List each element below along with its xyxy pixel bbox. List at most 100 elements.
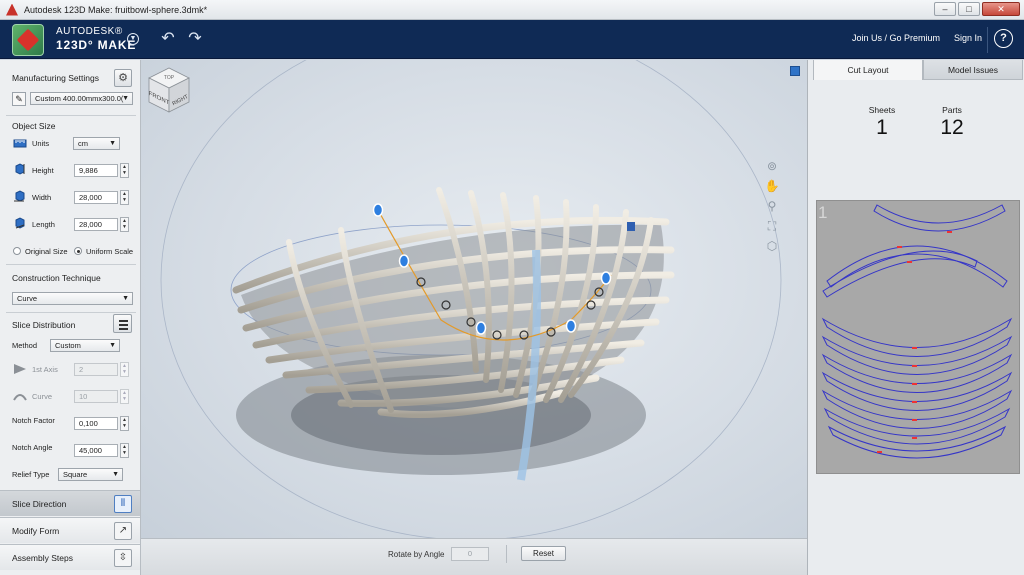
parts-count: 12 bbox=[940, 116, 964, 139]
length-field[interactable]: 28,000 bbox=[74, 218, 118, 231]
relief-type-value: Square bbox=[63, 470, 88, 479]
rotate-angle-field[interactable]: 0 bbox=[451, 547, 489, 561]
rotate-angle-label: Rotate by Angle bbox=[388, 550, 445, 559]
tab-cut-layout[interactable]: Cut Layout bbox=[813, 60, 923, 80]
orbit-icon[interactable]: ⊚ bbox=[764, 158, 780, 174]
method-label: Method bbox=[12, 341, 38, 350]
divider bbox=[6, 264, 136, 265]
handle-point[interactable] bbox=[398, 254, 410, 268]
join-premium-link[interactable]: Join Us / Go Premium bbox=[852, 33, 940, 43]
ruler-icon bbox=[13, 139, 27, 148]
zoom-icon[interactable]: ⚲ bbox=[764, 198, 780, 214]
tab-model-issues[interactable]: Model Issues bbox=[923, 60, 1023, 80]
minimize-button[interactable]: – bbox=[934, 2, 956, 16]
handle-point[interactable] bbox=[565, 319, 577, 333]
handle-point[interactable] bbox=[600, 271, 612, 285]
redo-icon[interactable]: ↷ bbox=[185, 30, 205, 48]
parts-label: Parts bbox=[942, 105, 962, 115]
method-select[interactable]: Custom ▼ bbox=[50, 339, 120, 352]
length-stepper[interactable]: ▲ ▼ bbox=[120, 217, 129, 232]
notch-angle-label: Notch Angle bbox=[12, 443, 53, 452]
notch-factor-field[interactable]: 0,100 bbox=[74, 417, 118, 430]
tab-assembly-steps[interactable]: Assembly Steps ⇳ bbox=[0, 544, 140, 570]
window-controls: – □ ✕ bbox=[934, 2, 1020, 16]
width-label: Width bbox=[32, 193, 52, 202]
relief-type-select[interactable]: Square ▼ bbox=[58, 468, 123, 481]
window-titlebar: Autodesk 123D Make: fruitbowl-sphere.3dm… bbox=[0, 0, 1024, 20]
first-axis-field[interactable]: 2 bbox=[74, 363, 118, 376]
manufacturing-preset-select[interactable]: Custom 400.00mmx300.0(▼ bbox=[30, 92, 133, 105]
curve-field[interactable]: 10 bbox=[74, 390, 118, 403]
slice-direction-label: Slice Direction bbox=[12, 499, 67, 509]
view-cube[interactable]: TOP FRONT RIGHT bbox=[141, 60, 197, 116]
list-icon[interactable] bbox=[113, 314, 132, 333]
width-stepper[interactable]: ▲ ▼ bbox=[120, 190, 129, 205]
manufacturing-preset-value: Custom 400.00mmx300.0( bbox=[35, 94, 124, 103]
maximize-button[interactable]: □ bbox=[958, 2, 980, 16]
height-field[interactable]: 9,886 bbox=[74, 164, 118, 177]
method-value: Custom bbox=[55, 341, 81, 350]
fit-to-view-icon[interactable]: ⛶ bbox=[764, 218, 780, 234]
undo-icon[interactable]: ↶ bbox=[158, 30, 178, 48]
slice-direction-icon: ⫴ bbox=[114, 495, 132, 513]
divider bbox=[6, 312, 136, 313]
brand: AUTODESK® 123D° MAKE bbox=[56, 26, 136, 52]
left-panel: Manufacturing Settings ⚙ ✎ Custom 400.00… bbox=[0, 60, 141, 575]
pan-hand-icon[interactable]: ✋ bbox=[764, 178, 780, 194]
assembly-steps-label: Assembly Steps bbox=[12, 553, 73, 563]
handle-point[interactable] bbox=[372, 203, 384, 217]
axis-marker[interactable] bbox=[627, 222, 635, 231]
tab-modify-form[interactable]: Modify Form ↗ bbox=[0, 517, 140, 543]
handle-point[interactable] bbox=[475, 321, 487, 335]
notch-factor-stepper[interactable]: ▲ ▼ bbox=[120, 416, 129, 431]
uniform-scale-radio[interactable] bbox=[74, 247, 82, 255]
width-cube-icon bbox=[14, 190, 25, 202]
expand-panel-icon[interactable] bbox=[790, 66, 800, 76]
help-icon[interactable]: ? bbox=[994, 29, 1013, 48]
gear-icon[interactable]: ⚙ bbox=[114, 69, 132, 87]
part-labels bbox=[877, 231, 952, 453]
width-field[interactable]: 28,000 bbox=[74, 191, 118, 204]
units-value: cm bbox=[78, 139, 88, 148]
pencil-icon[interactable]: ✎ bbox=[12, 92, 26, 106]
first-axis-label: 1st Axis bbox=[32, 365, 58, 374]
manufacturing-settings-title: Manufacturing Settings bbox=[12, 73, 99, 83]
brand-line2: 123D° MAKE bbox=[56, 38, 137, 52]
curve-stepper[interactable]: ▲ ▼ bbox=[120, 389, 129, 404]
curve-icon bbox=[13, 394, 27, 401]
rotate-bar: Rotate by Angle 0 Reset bbox=[141, 538, 807, 575]
sign-in-link[interactable]: Sign In bbox=[954, 33, 982, 43]
original-size-label: Original Size bbox=[25, 247, 68, 256]
height-stepper[interactable]: ▲ ▼ bbox=[120, 163, 129, 178]
sheet-number: 1 bbox=[818, 203, 828, 222]
curve-label: Curve bbox=[32, 392, 53, 401]
tab-slice-direction[interactable]: Slice Direction ⫴ bbox=[0, 490, 140, 516]
construction-technique-title: Construction Technique bbox=[12, 273, 101, 283]
cut-sheet[interactable] bbox=[816, 200, 1020, 474]
window-title: Autodesk 123D Make: fruitbowl-sphere.3dm… bbox=[24, 4, 208, 15]
construction-technique-select[interactable]: Curve ▼ bbox=[12, 292, 133, 305]
app-header: AUTODESK® 123D° MAKE ▼ ↶ ↷ Join Us / Go … bbox=[0, 20, 1024, 59]
notch-angle-stepper[interactable]: ▲ ▼ bbox=[120, 443, 129, 458]
notch-angle-field[interactable]: 45,000 bbox=[74, 444, 118, 457]
height-label: Height bbox=[32, 166, 54, 175]
height-cube-icon bbox=[15, 163, 25, 175]
units-select[interactable]: cm ▼ bbox=[73, 137, 120, 150]
first-axis-stepper[interactable]: ▲ ▼ bbox=[120, 362, 129, 377]
header-divider bbox=[987, 27, 988, 53]
modify-form-label: Modify Form bbox=[12, 526, 60, 536]
units-label: Units bbox=[32, 139, 50, 148]
object-size-title: Object Size bbox=[12, 121, 56, 131]
notch-factor-label: Notch Factor bbox=[12, 416, 55, 425]
construction-technique-value: Curve bbox=[17, 294, 38, 303]
3d-viewport[interactable]: TOP FRONT RIGHT ⊚ ✋ ⚲ ⛶ ⬡ bbox=[141, 60, 807, 538]
sheets-count: 1 bbox=[876, 116, 888, 139]
app-logo-icon[interactable] bbox=[12, 24, 44, 56]
app-menu-chevron-icon[interactable]: ▼ bbox=[127, 33, 139, 45]
bowl-model[interactable] bbox=[141, 60, 807, 538]
length-cube-icon bbox=[15, 217, 25, 229]
close-button[interactable]: ✕ bbox=[982, 2, 1020, 16]
reset-button[interactable]: Reset bbox=[521, 546, 566, 561]
home-view-cube-icon[interactable]: ⬡ bbox=[764, 238, 780, 254]
original-size-radio[interactable] bbox=[13, 247, 21, 255]
